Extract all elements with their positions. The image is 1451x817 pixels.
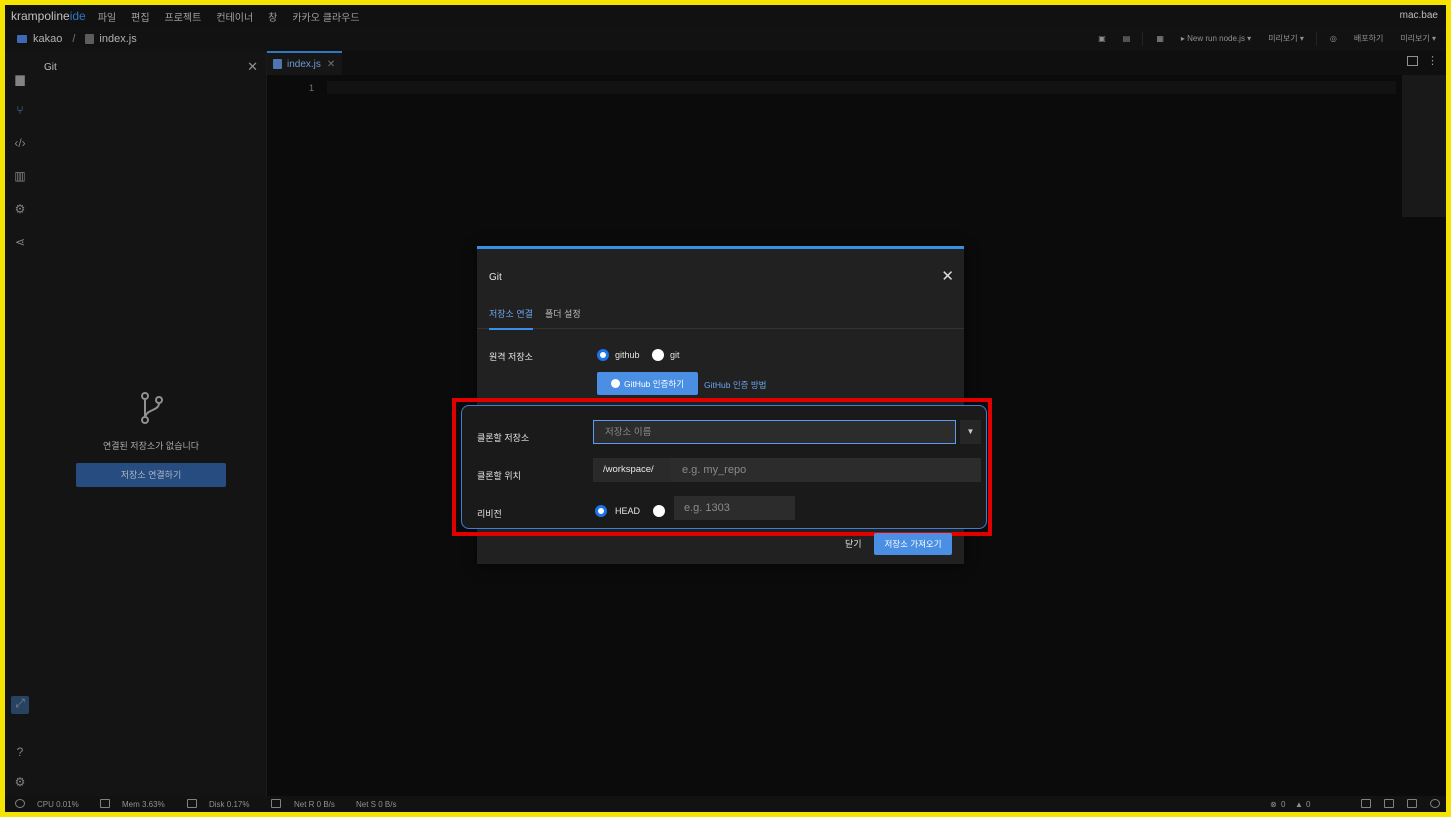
tab-folder-settings[interactable]: 폴더 설정 [545, 307, 581, 320]
revision-input[interactable] [674, 496, 795, 520]
remote-repo-label: 원격 저장소 [489, 352, 533, 362]
radio-github[interactable] [597, 349, 609, 361]
clone-repo-input[interactable] [593, 420, 956, 444]
chevron-down-icon[interactable]: ▼ [960, 420, 981, 444]
workspace-prefix: /workspace/ [593, 458, 670, 482]
dialog-tabs: 저장소 연결 폴더 설정 [477, 297, 964, 330]
revision-label: 리비전 [477, 509, 502, 519]
dialog-title: Git [489, 272, 502, 283]
fetch-repo-button[interactable]: 저장소 가져오기 [874, 533, 952, 555]
github-auth-guide-link[interactable]: GitHub 인증 방법 [704, 379, 766, 391]
clone-settings-box: 클론할 저장소 ▼ 클론할 위치 /workspace/ 리비전 HEAD [461, 405, 987, 529]
radio-head[interactable] [595, 505, 607, 517]
close-button[interactable]: 닫기 [845, 537, 862, 550]
radio-git[interactable] [652, 349, 664, 361]
radio-head-label: HEAD [615, 506, 641, 516]
clone-location-label: 클론할 위치 [477, 471, 521, 481]
radio-revision-custom[interactable] [653, 505, 665, 517]
github-icon [610, 379, 620, 388]
radio-git-label: git [670, 350, 680, 360]
radio-github-label: github [615, 350, 640, 360]
dialog-close-icon[interactable]: ✕ [941, 267, 954, 285]
github-auth-button[interactable]: GitHub 인증하기 [597, 372, 698, 395]
clone-location-input[interactable] [670, 458, 981, 482]
clone-repo-label: 클론할 저장소 [477, 433, 530, 443]
tab-repo-connect[interactable]: 저장소 연결 [489, 307, 533, 330]
